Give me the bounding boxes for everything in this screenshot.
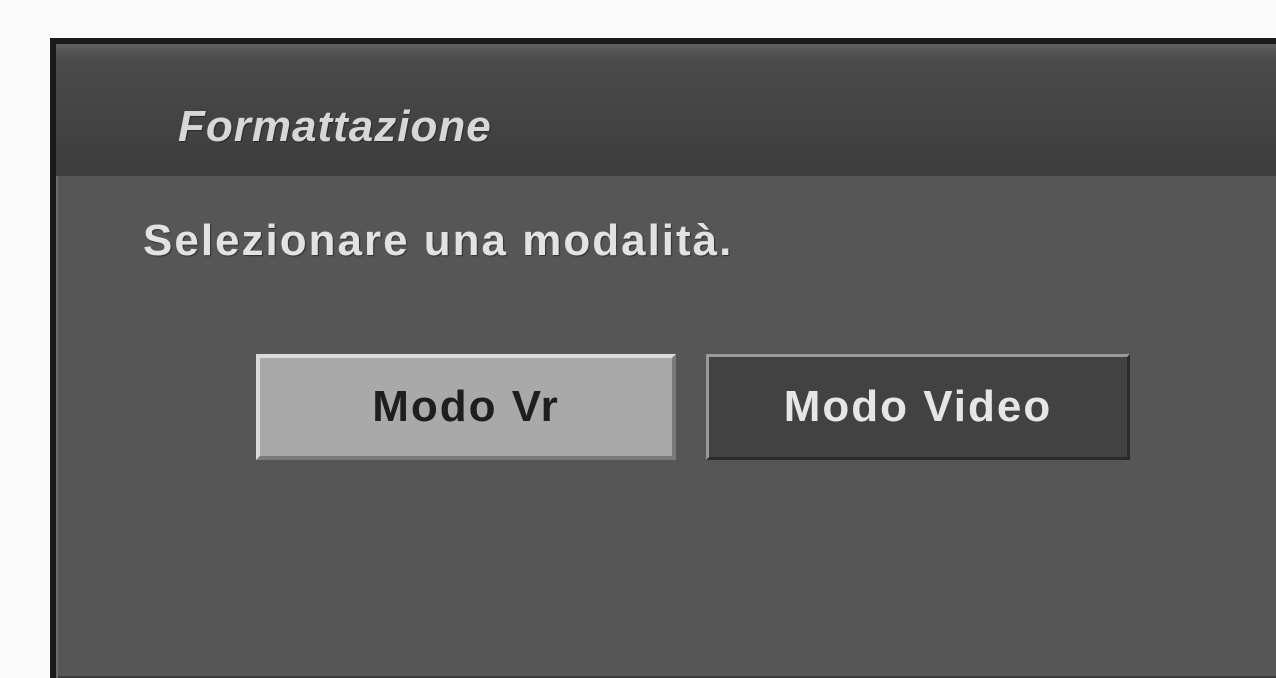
modo-video-button[interactable]: Modo Video	[706, 354, 1130, 460]
format-dialog: Formattazione Selezionare una modalità. …	[56, 44, 1276, 678]
modo-vr-button[interactable]: Modo Vr	[256, 354, 676, 460]
osd-dialog-frame: Formattazione Selezionare una modalità. …	[50, 38, 1276, 678]
dialog-title-bar: Formattazione	[56, 44, 1276, 176]
dialog-title: Formattazione	[178, 102, 492, 151]
dialog-prompt: Selezionare una modalità.	[143, 216, 734, 265]
